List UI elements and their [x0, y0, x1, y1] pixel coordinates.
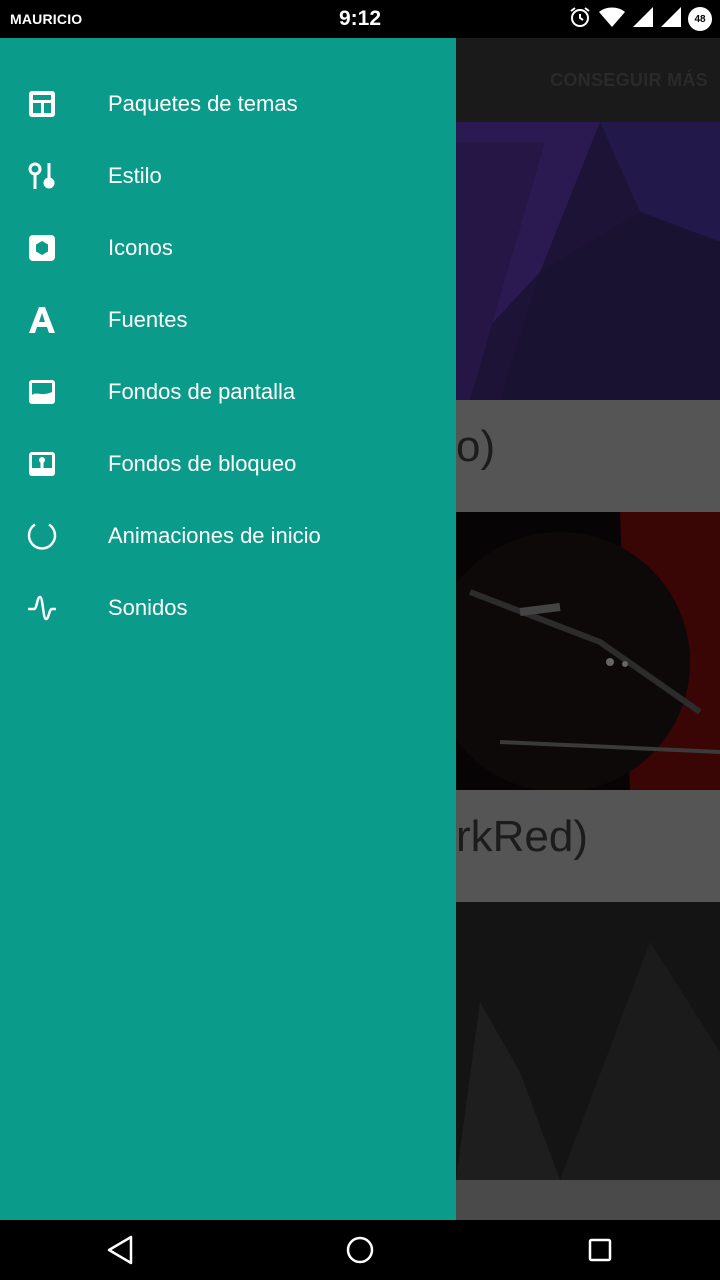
drawer-item-style[interactable]: Estilo	[0, 140, 456, 212]
home-icon[interactable]	[344, 1234, 376, 1266]
battery-icon: 48	[688, 7, 712, 31]
wallpaper-icon	[26, 376, 58, 408]
drawer-item-label: Sonidos	[108, 595, 188, 620]
drawer-item-wallpapers[interactable]: Fondos de pantalla	[0, 356, 456, 428]
signal-icon	[632, 6, 654, 33]
back-icon[interactable]	[104, 1234, 136, 1266]
theme-title-text: o)	[456, 422, 496, 471]
drawer-item-lock-wallpapers[interactable]: Fondos de bloqueo	[0, 428, 456, 500]
theme-title-text: rkRed)	[456, 812, 589, 861]
theme-pack-icon	[26, 88, 58, 120]
drawer-item-label: Fondos de bloqueo	[108, 451, 297, 476]
drawer-item-label: Fuentes	[108, 307, 188, 332]
icons-icon	[26, 232, 58, 264]
drawer-item-boot-animations[interactable]: Animaciones de inicio	[0, 500, 456, 572]
navigation-drawer: Paquetes de temas Estilo Iconos Fuentes …	[0, 38, 456, 1220]
recents-icon[interactable]	[584, 1234, 616, 1266]
wifi-icon	[598, 6, 626, 33]
boot-animation-icon	[26, 520, 58, 552]
sound-icon	[26, 592, 58, 624]
drawer-item-label: Fondos de pantalla	[108, 379, 296, 404]
font-icon	[26, 304, 58, 336]
lock-wallpaper-icon	[26, 448, 58, 480]
alarm-icon	[568, 5, 592, 34]
get-more-button[interactable]: CONSEGUIR MÁS	[550, 70, 708, 91]
signal-icon	[660, 6, 682, 33]
drawer-item-label: Estilo	[108, 163, 162, 188]
drawer-item-sounds[interactable]: Sonidos	[0, 572, 456, 644]
navigation-bar	[0, 1220, 720, 1280]
status-bar: MAURICIO 9:12 48	[0, 0, 720, 38]
drawer-item-theme-packs[interactable]: Paquetes de temas	[0, 68, 456, 140]
drawer-item-fonts[interactable]: Fuentes	[0, 284, 456, 356]
style-icon	[26, 160, 58, 192]
drawer-item-label: Animaciones de inicio	[108, 523, 321, 548]
drawer-item-icons[interactable]: Iconos	[0, 212, 456, 284]
drawer-item-label: Iconos	[108, 235, 173, 260]
drawer-item-label: Paquetes de temas	[108, 91, 298, 116]
status-icons: 48	[568, 5, 712, 34]
drawer-menu: Paquetes de temas Estilo Iconos Fuentes …	[0, 38, 456, 644]
